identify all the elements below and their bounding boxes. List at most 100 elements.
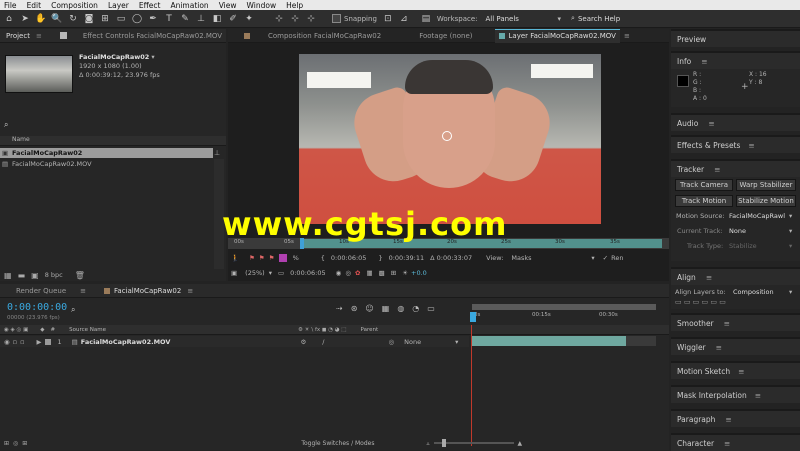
flag-icon[interactable]: ⚑ [259,254,265,262]
motion-blur-icon[interactable]: ◍ [397,304,404,313]
tab-project[interactable]: Project [0,32,36,40]
panel-menu-icon[interactable]: ≡ [716,343,722,352]
shy-icon[interactable]: ☺ [365,304,373,313]
dropdown-arrow-icon[interactable]: ▾ [789,227,792,235]
snapshot-icon[interactable]: ▭ [278,269,284,277]
snap-mode-icon[interactable]: ⊿ [397,12,411,26]
grid-icon[interactable]: ▦ [366,269,372,277]
expand-inout-icon[interactable]: ⊞ [22,440,27,447]
puppet-pin-tool-icon[interactable]: ✦ [242,12,256,26]
search-icon[interactable]: ⌕ [71,305,75,315]
tab-footage[interactable]: Footage (none) [419,32,472,40]
zoom-out-icon[interactable]: ▵ [426,440,429,447]
layer-audio-icon[interactable]: ▫ [13,338,17,346]
dropdown-arrow-icon[interactable]: ▾ [789,212,792,220]
panel-menu-icon[interactable]: ≡ [755,391,761,400]
current-time-display[interactable]: 0:00:06:05 [290,269,326,277]
audio-panel-header[interactable]: Audio ≡ [671,113,800,131]
dropdown-arrow-icon[interactable]: ▾ [151,53,154,61]
flag-icon[interactable]: ⚑ [249,254,255,262]
show-snapshot-icon[interactable]: ◎ [345,269,351,277]
tab-menu-icon[interactable]: ≡ [80,287,86,295]
motion-source-select[interactable]: FacialMoCapRawl [729,212,785,220]
comp-mini-flowchart-icon[interactable]: ⇢ [336,304,343,313]
zoom-slider-thumb[interactable] [441,439,446,447]
panel-menu-icon[interactable]: ≡ [701,57,707,66]
tab-layer[interactable]: Layer FacialMoCapRaw02.MOV [494,28,620,43]
channel-icon[interactable]: ✿ [355,269,360,277]
project-list-item[interactable]: ▤ FacialMoCapRaw02.MOV [0,159,213,169]
menu-window[interactable]: Window [247,1,277,10]
flag-icon[interactable]: ⚑ [269,254,275,262]
zoom-slider[interactable] [433,439,514,447]
clone-stamp-tool-icon[interactable]: ⊥ [194,12,208,26]
column-parent[interactable]: Parent [361,327,379,333]
tracker-panel-header[interactable]: Tracker ≡ [671,159,800,177]
pan-behind-tool-icon[interactable]: ⊞ [98,12,112,26]
track-camera-button[interactable]: Track Camera [675,179,733,191]
brainstorm-icon[interactable]: ▭ [427,304,435,313]
camera-snapshot-icon[interactable]: ◉ [336,269,342,277]
wiggler-panel-header[interactable]: Wiggler ≡ [671,337,800,355]
dropdown-arrow-icon[interactable]: ▾ [591,254,594,262]
menu-animation[interactable]: Animation [170,1,208,10]
rotate-tool-icon[interactable]: ↻ [66,12,80,26]
panel-menu-icon[interactable]: ≡ [724,439,730,448]
column-name[interactable]: Name [12,136,30,143]
eraser-tool-icon[interactable]: ◧ [210,12,224,26]
current-track-select[interactable]: None [729,227,746,235]
dropdown-arrow-icon[interactable]: ▾ [269,269,272,277]
roto-brush-tool-icon[interactable]: ✐ [226,12,240,26]
snap-options-icon[interactable]: ⊡ [381,12,395,26]
layer-duration-end[interactable] [626,336,656,346]
playhead-handle[interactable] [470,312,476,322]
walk-icon[interactable]: 🚶 [231,254,239,262]
stabilize-motion-button[interactable]: Stabilize Motion [736,195,796,207]
tab-timeline-comp[interactable]: FacialMoCapRaw02 [114,287,181,295]
align-panel-header[interactable]: Align ≡ [671,267,800,285]
menu-effect[interactable]: Effect [139,1,161,10]
new-folder-icon[interactable]: ▬ [18,271,26,280]
panel-menu-icon[interactable]: ≡ [714,165,720,174]
brush-tool-icon[interactable]: ✎ [178,12,192,26]
layer-shy-icon[interactable]: ⚙ [300,338,306,346]
tab-menu-icon[interactable]: ≡ [36,32,42,40]
color-swatch[interactable] [278,254,287,262]
region-icon[interactable]: ▣ [231,269,237,277]
interpret-footage-icon[interactable]: ▦ [4,271,12,280]
snapping-checkbox[interactable] [332,14,341,23]
view-axis-icon[interactable]: ⊹ [304,12,318,26]
transparency-grid-icon[interactable]: ▩ [379,269,385,277]
out-point-time[interactable]: 0:00:39:11 [389,254,425,262]
draft-3d-icon[interactable]: ⊛ [351,304,358,313]
pen-tool-icon[interactable]: ✒ [146,12,160,26]
selection-tool-icon[interactable]: ➤ [18,12,32,26]
timeline-work-area[interactable] [472,304,656,310]
exposure-icon[interactable]: ☀ [402,269,408,277]
search-help-input[interactable]: Search Help [578,15,620,23]
render-checkbox-icon[interactable]: ✓ [603,254,608,262]
align-to-select[interactable]: Composition [733,288,774,296]
in-point-icon[interactable]: { [321,254,325,262]
layer-duration-bar[interactable] [472,336,626,346]
panel-menu-icon[interactable]: ≡ [725,415,731,424]
tab-menu-icon[interactable]: ≡ [624,32,630,40]
layer-name[interactable]: FacialMoCapRaw02.MOV [81,338,171,346]
track-motion-button[interactable]: Track Motion [675,195,733,207]
world-axis-icon[interactable]: ⊹ [288,12,302,26]
smoother-panel-header[interactable]: Smoother ≡ [671,313,800,331]
workspace-select[interactable]: All Panels [486,15,558,23]
dropdown-arrow-icon[interactable]: ▾ [455,338,458,346]
workspace-toggle-icon[interactable]: ▤ [419,12,433,26]
align-buttons-icons[interactable]: ▭ ▭ ▭ ▭ ▭ ▭ [675,298,726,306]
character-panel-header[interactable]: Character ≡ [671,433,800,451]
project-list-item[interactable]: ▣ FacialMoCapRaw02 [0,148,213,158]
out-point-icon[interactable]: } [378,254,382,262]
flowchart-icon[interactable]: ⊥ [214,149,220,157]
warp-stabilizer-button[interactable]: Warp Stabilizer [736,179,796,191]
new-composition-icon[interactable]: ▣ [31,271,39,280]
graph-editor-icon[interactable]: ◔ [412,304,419,313]
menu-file[interactable]: File [4,1,17,10]
layer-quality-icon[interactable]: / [322,338,324,346]
view-select[interactable]: Masks [511,254,591,262]
